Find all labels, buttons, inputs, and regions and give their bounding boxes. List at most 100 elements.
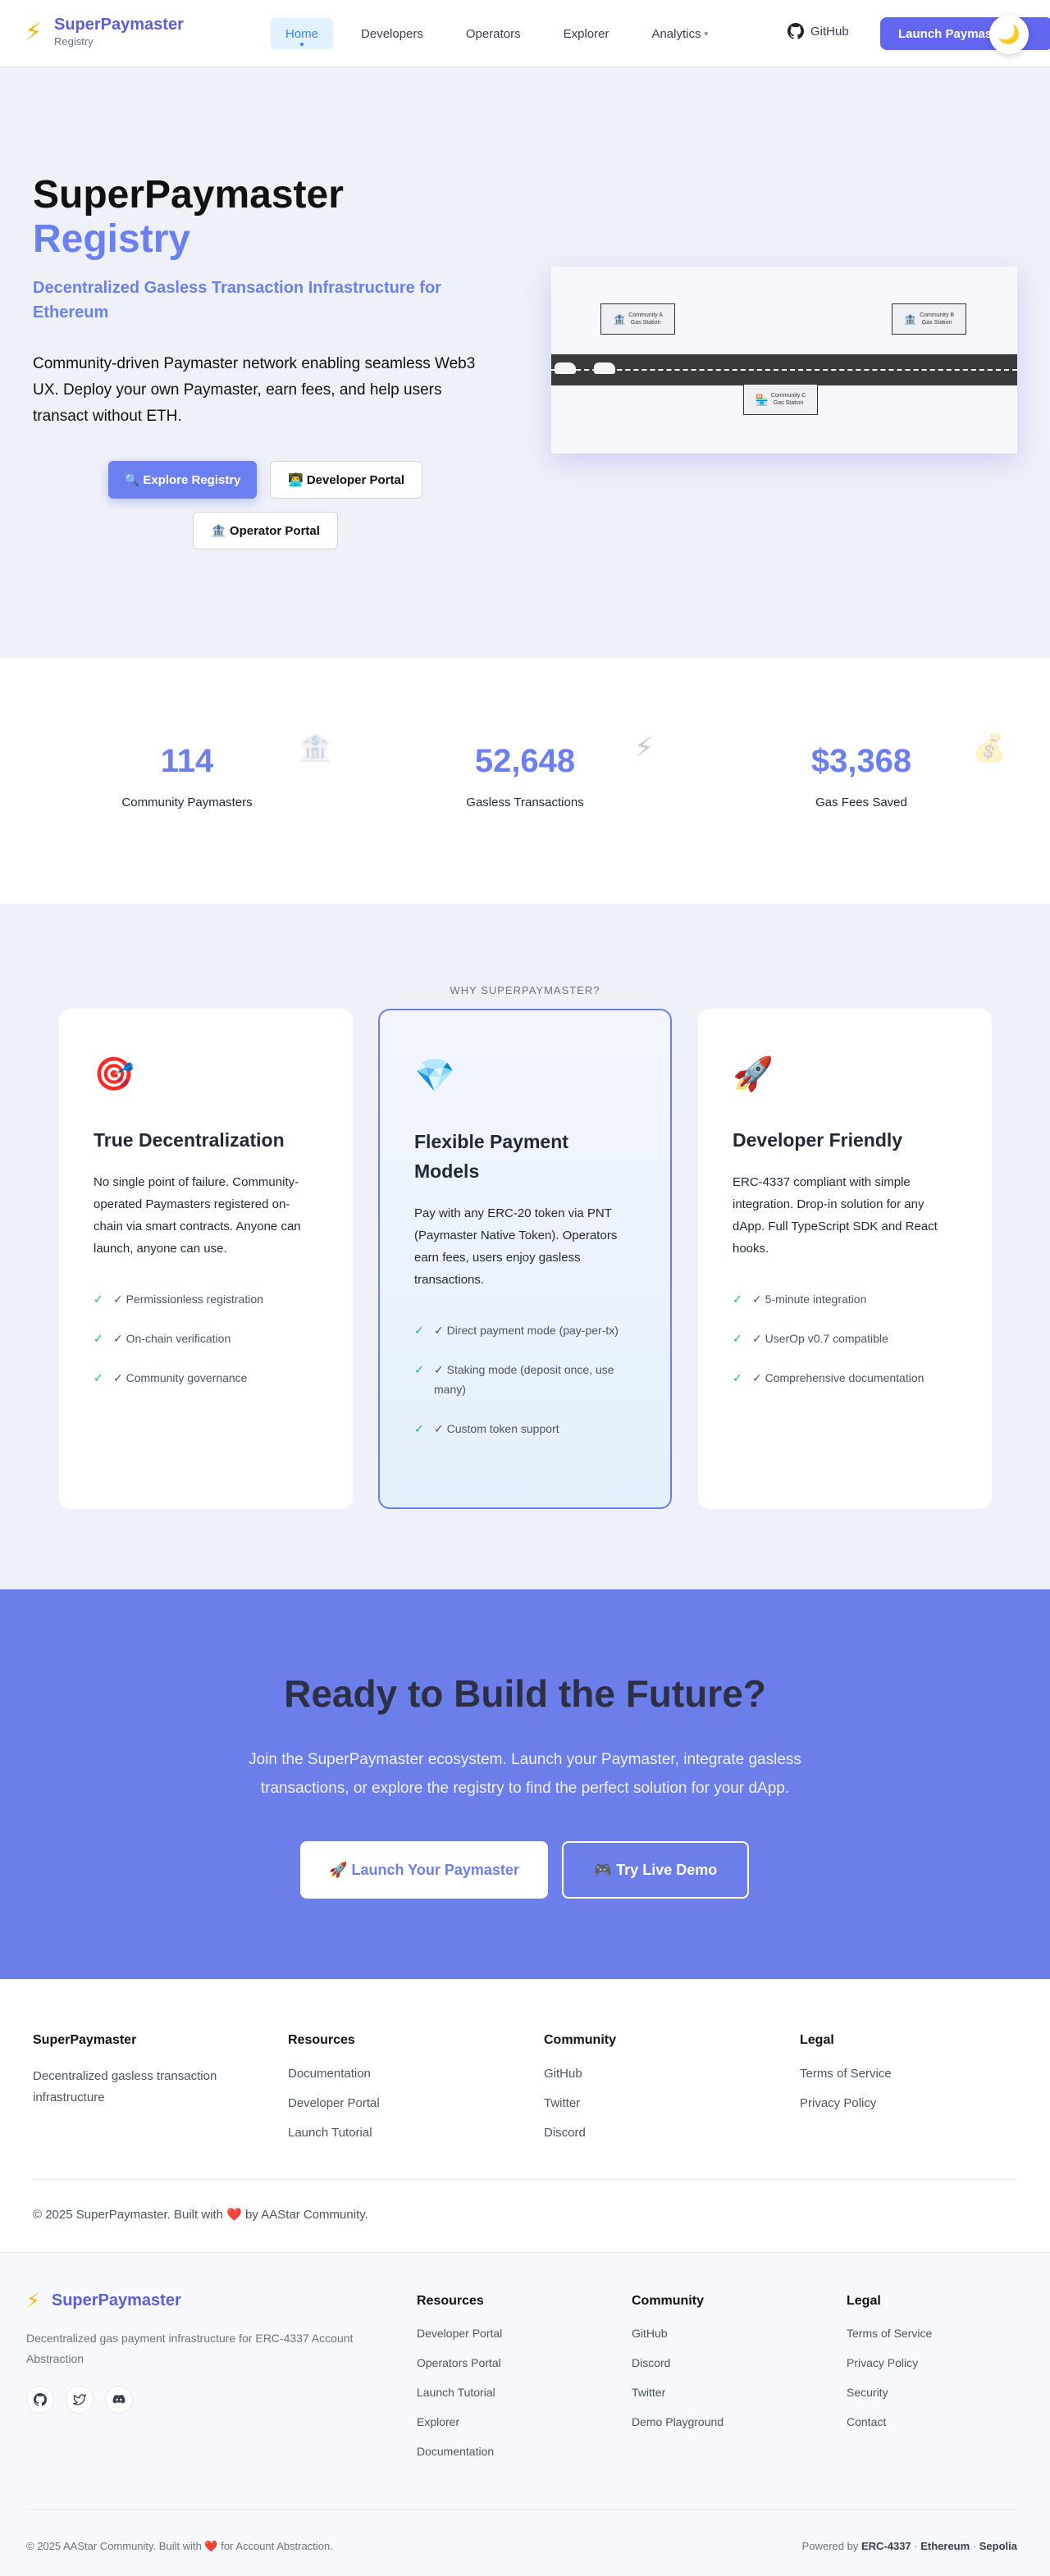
feature-description: ERC-4337 compliant with simple integrati…: [733, 1175, 938, 1256]
features-section: WHY SUPERPAYMASTER? 🎯 True Decentralizat…: [0, 904, 1050, 1589]
check-icon: ✓: [733, 1332, 742, 1345]
gas-station-icon: 🏦: [613, 312, 627, 326]
footer-link-twitter[interactable]: Twitter: [632, 2384, 724, 2400]
nav-link-explorer[interactable]: Explorer: [549, 18, 624, 49]
github-icon: [788, 23, 804, 39]
footer-link-privacy[interactable]: Privacy Policy: [847, 2355, 932, 2371]
gas-station-illustration: 🏦 Community A Gas Station 🏦 Community B Ga…: [551, 267, 1017, 454]
footer-brand[interactable]: ⚡ SuperPaymaster: [26, 2289, 181, 2313]
footer-secondary: ⚡ SuperPaymaster Decentralized gas payme…: [0, 2253, 1050, 2576]
rocket-icon: 🚀: [733, 1056, 774, 1092]
gas-station-icon: 🏪: [755, 393, 769, 406]
station-name: Community A: [628, 312, 663, 318]
operator-portal-button[interactable]: 🏦 Operator Portal: [193, 512, 338, 549]
footer-brand-name: SuperPaymaster: [51, 2291, 181, 2309]
brand-name: SuperPaymaster: [54, 16, 184, 34]
developer-portal-button[interactable]: 👨‍💻 Developer Portal: [270, 461, 422, 499]
footer-link-security[interactable]: Security: [847, 2384, 932, 2400]
github-label: GitHub: [810, 24, 849, 39]
list-item-label: ✓ Custom token support: [434, 1422, 559, 1435]
footer2-resources-column: Resources Developer Portal Operators Por…: [417, 2294, 502, 2473]
footer-copyright: © 2025 SuperPaymaster. Built with ❤️ by …: [33, 2208, 368, 2222]
footer-copyright: © 2025 AAStar Community. Built with ❤️ f…: [26, 2540, 333, 2552]
footer-link-terms[interactable]: Terms of Service: [847, 2325, 932, 2341]
stat-label: Gasless Transactions: [466, 796, 584, 809]
github-social-button[interactable]: [26, 2386, 54, 2414]
top-nav: ⚡ SuperPaymaster Registry Home Developer…: [0, 0, 1050, 67]
brand-logo[interactable]: ⚡ SuperPaymaster Registry: [25, 15, 184, 49]
footer-brand-column: SuperPaymaster Decentralized gasless tra…: [33, 2033, 254, 2109]
try-live-demo-button[interactable]: 🎮 Try Live Demo: [562, 1841, 749, 1899]
feature-list: ✓ ✓ Direct payment mode (pay-per-tx) ✓ ✓ S…: [414, 1320, 636, 1438]
station-name: Community B: [920, 312, 955, 318]
footer-link-documentation[interactable]: Documentation: [288, 2066, 380, 2082]
footer-link-contact[interactable]: Contact: [847, 2414, 932, 2430]
cta-title: Ready to Build the Future?: [284, 1672, 766, 1715]
footer-link-operators-portal[interactable]: Operators Portal: [417, 2355, 502, 2371]
explore-registry-button[interactable]: 🔍 Explore Registry: [108, 461, 257, 499]
footer-link-explorer[interactable]: Explorer: [417, 2414, 502, 2430]
feature-description: No single point of failure. Community-op…: [94, 1175, 301, 1256]
footer-link-github[interactable]: GitHub: [632, 2325, 724, 2341]
station-sub: Gas Station: [773, 400, 804, 406]
check-icon: ✓: [733, 1371, 742, 1384]
stat-label: Community Paymasters: [121, 796, 253, 809]
footer-link-privacy[interactable]: Privacy Policy: [800, 2095, 892, 2112]
cta-section: Ready to Build the Future? Join the Supe…: [0, 1589, 1050, 1979]
footer-link-discord[interactable]: Discord: [544, 2125, 616, 2141]
list-item: ✓ ✓ UserOp v0.7 compatible: [733, 1329, 957, 1348]
footer-link-launch-tutorial[interactable]: Launch Tutorial: [417, 2384, 502, 2400]
check-icon: ✓: [414, 1363, 424, 1376]
road-lane-marking: [551, 369, 1017, 371]
list-item-label: ✓ On-chain verification: [113, 1332, 231, 1345]
hero-tagline: Decentralized Gasless Transaction Infras…: [33, 279, 441, 321]
footer-link-terms[interactable]: Terms of Service: [800, 2066, 892, 2082]
footer-link-github[interactable]: GitHub: [544, 2066, 616, 2082]
station-name: Community C: [770, 393, 806, 399]
stat-label: Gas Fees Saved: [815, 796, 907, 809]
footer-link-twitter[interactable]: Twitter: [544, 2095, 616, 2112]
github-link[interactable]: GitHub: [788, 23, 849, 39]
nav-link-home[interactable]: Home: [271, 18, 334, 49]
list-item: ✓ ✓ On-chain verification: [94, 1329, 318, 1348]
twitter-icon: [73, 2394, 86, 2405]
hero-description: Community-driven Paymaster network enabl…: [33, 355, 476, 425]
list-item: ✓ ✓ Comprehensive documentation: [733, 1368, 957, 1388]
list-item-label: ✓ Permissionless registration: [113, 1293, 263, 1306]
nav-link-developers[interactable]: Developers: [346, 18, 438, 49]
check-icon: ✓: [94, 1332, 103, 1345]
nav-link-operators[interactable]: Operators: [451, 18, 536, 49]
brand-subtitle: Registry: [54, 35, 94, 48]
footer-link-developer-portal[interactable]: Developer Portal: [288, 2095, 380, 2112]
footer-link-developer-portal[interactable]: Developer Portal: [417, 2325, 502, 2341]
stat-gas-saved: 💰 $3,368 Gas Fees Saved: [738, 732, 1007, 809]
footer-link-discord[interactable]: Discord: [632, 2355, 724, 2371]
feature-list: ✓ ✓ 5-minute integration ✓ ✓ UserOp v0.7 c…: [733, 1289, 957, 1388]
launch-your-paymaster-button[interactable]: 🚀 Launch Your Paymaster: [300, 1841, 548, 1899]
twitter-social-button[interactable]: [66, 2386, 94, 2414]
footer-link-launch-tutorial[interactable]: Launch Tutorial: [288, 2125, 380, 2141]
list-item-label: ✓ Direct payment mode (pay-per-tx): [434, 1324, 619, 1337]
car-icon: [555, 362, 576, 374]
list-item: ✓ ✓ Custom token support: [414, 1419, 636, 1438]
list-item-label: ✓ 5-minute integration: [752, 1293, 867, 1306]
footer-primary: SuperPaymaster Decentralized gasless tra…: [0, 1979, 1050, 2253]
footer-link-documentation[interactable]: Documentation: [417, 2443, 502, 2460]
nav-link-analytics-label: Analytics: [651, 26, 701, 41]
list-item-label: ✓ Community governance: [113, 1371, 248, 1384]
gas-station-icon: 🏦: [903, 312, 918, 326]
discord-social-button[interactable]: [105, 2386, 133, 2414]
footer-heading: Resources: [417, 2294, 484, 2308]
moon-icon[interactable]: 🌙: [989, 15, 1029, 54]
footer-heading: Legal: [847, 2294, 881, 2308]
target-icon: 🎯: [94, 1056, 135, 1092]
money-bag-icon: 💰: [972, 732, 1007, 764]
feature-description: Pay with any ERC-20 token via PNT (Payma…: [414, 1206, 618, 1287]
station-sub: Gas Station: [921, 320, 952, 326]
footer-link-demo-playground[interactable]: Demo Playground: [632, 2414, 724, 2430]
nav-links: Home Developers Operators Explorer Analy…: [271, 18, 736, 49]
bank-icon: 🏦: [298, 732, 333, 764]
nav-link-analytics[interactable]: Analytics ▾: [637, 18, 723, 49]
stat-value: 52,648: [474, 743, 576, 779]
github-icon: [34, 2393, 47, 2406]
